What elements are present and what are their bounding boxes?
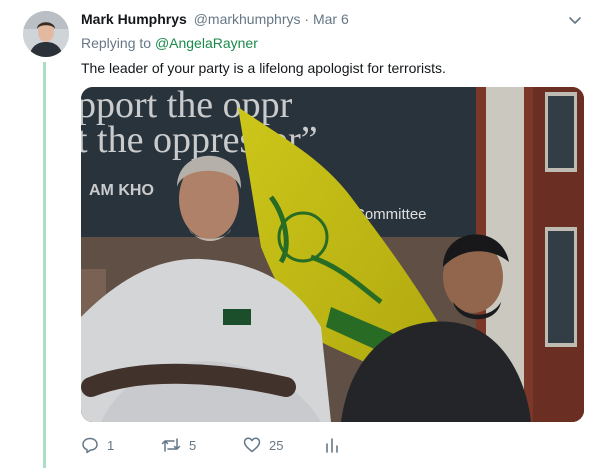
tweet-header: Mark Humphrys @markhumphrys · Mar 6 (81, 10, 349, 28)
display-name[interactable]: Mark Humphrys (81, 11, 187, 27)
tweet-text: The leader of your party is a lifelong a… (81, 60, 446, 76)
retweet-button[interactable]: 5 (161, 434, 196, 456)
chevron-down-icon (569, 17, 581, 24)
reply-count: 1 (107, 437, 115, 453)
avatar[interactable] (23, 11, 69, 57)
thread-line (43, 62, 46, 468)
reply-button[interactable]: 1 (81, 434, 114, 456)
retweet-icon (161, 438, 181, 452)
avatar-image (23, 11, 69, 57)
more-options-button[interactable] (567, 12, 583, 28)
tweet-media[interactable]: pport the oppr t the oppressor” AM KHO C… (81, 87, 584, 422)
user-handle[interactable]: @markhumphrys (194, 11, 301, 27)
tweet-actions: 1 5 25 (81, 434, 381, 456)
retweet-count: 5 (189, 437, 197, 453)
replying-to: Replying to @AngelaRayner (81, 34, 258, 52)
replying-to-label: Replying to (81, 35, 152, 51)
like-count: 25 (269, 437, 284, 453)
analytics-icon (326, 438, 338, 453)
media-photo: pport the oppr t the oppressor” AM KHO C… (81, 87, 584, 422)
tweet-timestamp[interactable]: Mar 6 (313, 11, 349, 27)
heart-icon (243, 437, 261, 453)
replying-to-link[interactable]: @AngelaRayner (155, 35, 258, 51)
reply-icon (82, 437, 98, 454)
like-button[interactable]: 25 (243, 434, 283, 456)
analytics-button[interactable] (325, 434, 339, 456)
separator-dot: · (304, 11, 310, 27)
